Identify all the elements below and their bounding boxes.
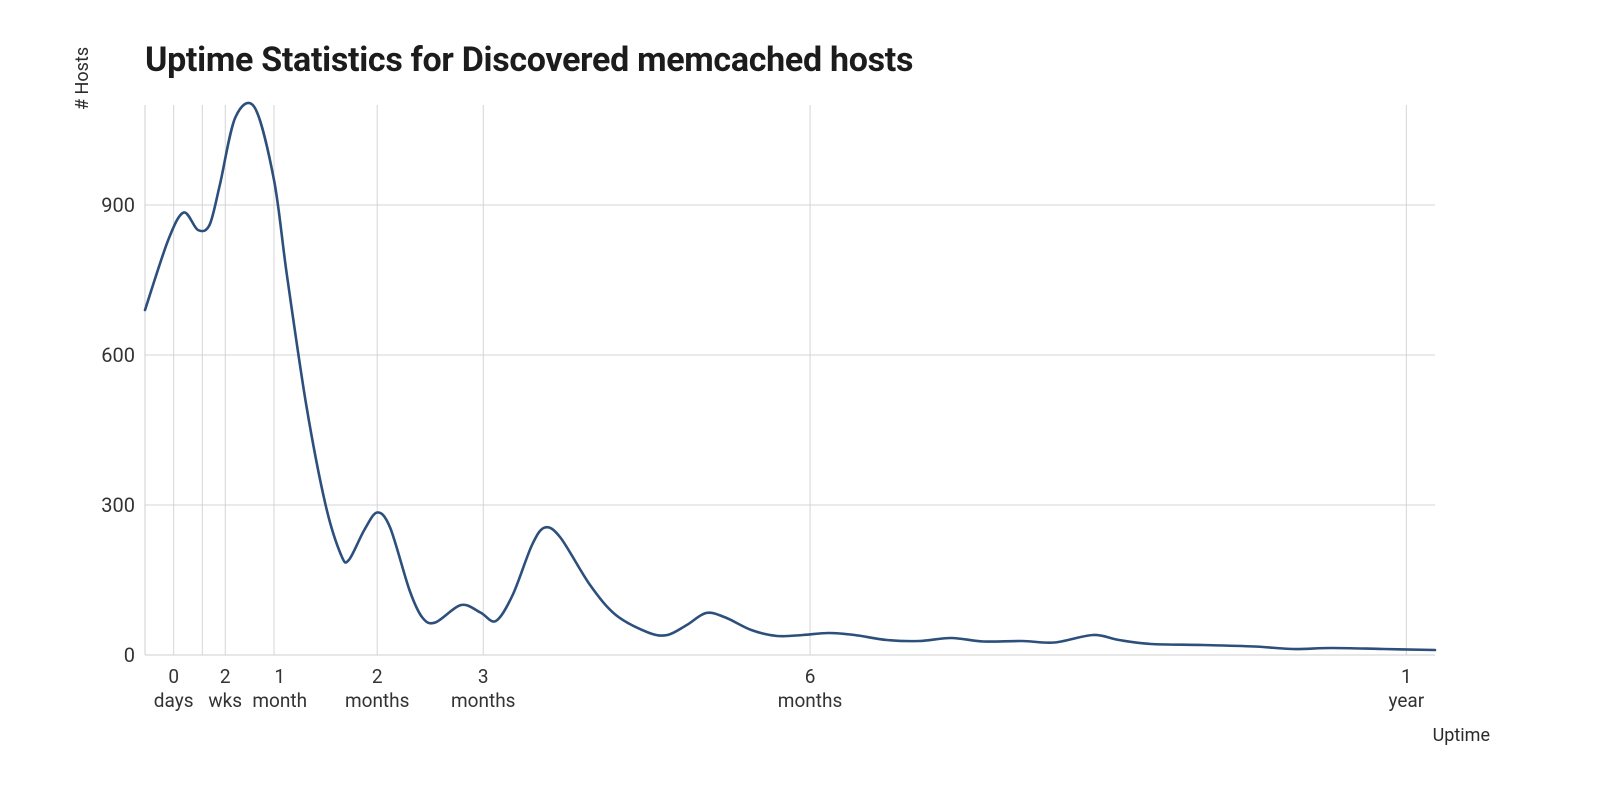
chart-title: Uptime Statistics for Discovered memcach…: [145, 40, 913, 80]
y-tick-label: 0: [75, 643, 135, 667]
series-line-hosts: [145, 103, 1435, 650]
x-axis-label: Uptime: [1433, 725, 1490, 746]
x-tick-label: 1 year: [1388, 665, 1424, 713]
y-tick-label: 600: [75, 343, 135, 367]
chart-svg: [145, 105, 1435, 655]
x-tick-label: 1 month: [252, 665, 307, 713]
x-tick-label: 6 months: [778, 665, 842, 713]
x-tick-label: 2 wks: [208, 665, 242, 713]
uptime-chart: Uptime Statistics for Discovered memcach…: [0, 0, 1600, 800]
y-axis-label: # Hosts: [72, 47, 93, 110]
x-tick-label: 3 months: [451, 665, 515, 713]
x-tick-label: 2 months: [345, 665, 409, 713]
x-tick-label: 0 days: [154, 665, 194, 713]
y-tick-label: 900: [75, 193, 135, 217]
y-tick-label: 300: [75, 493, 135, 517]
plot-area: [145, 105, 1435, 655]
